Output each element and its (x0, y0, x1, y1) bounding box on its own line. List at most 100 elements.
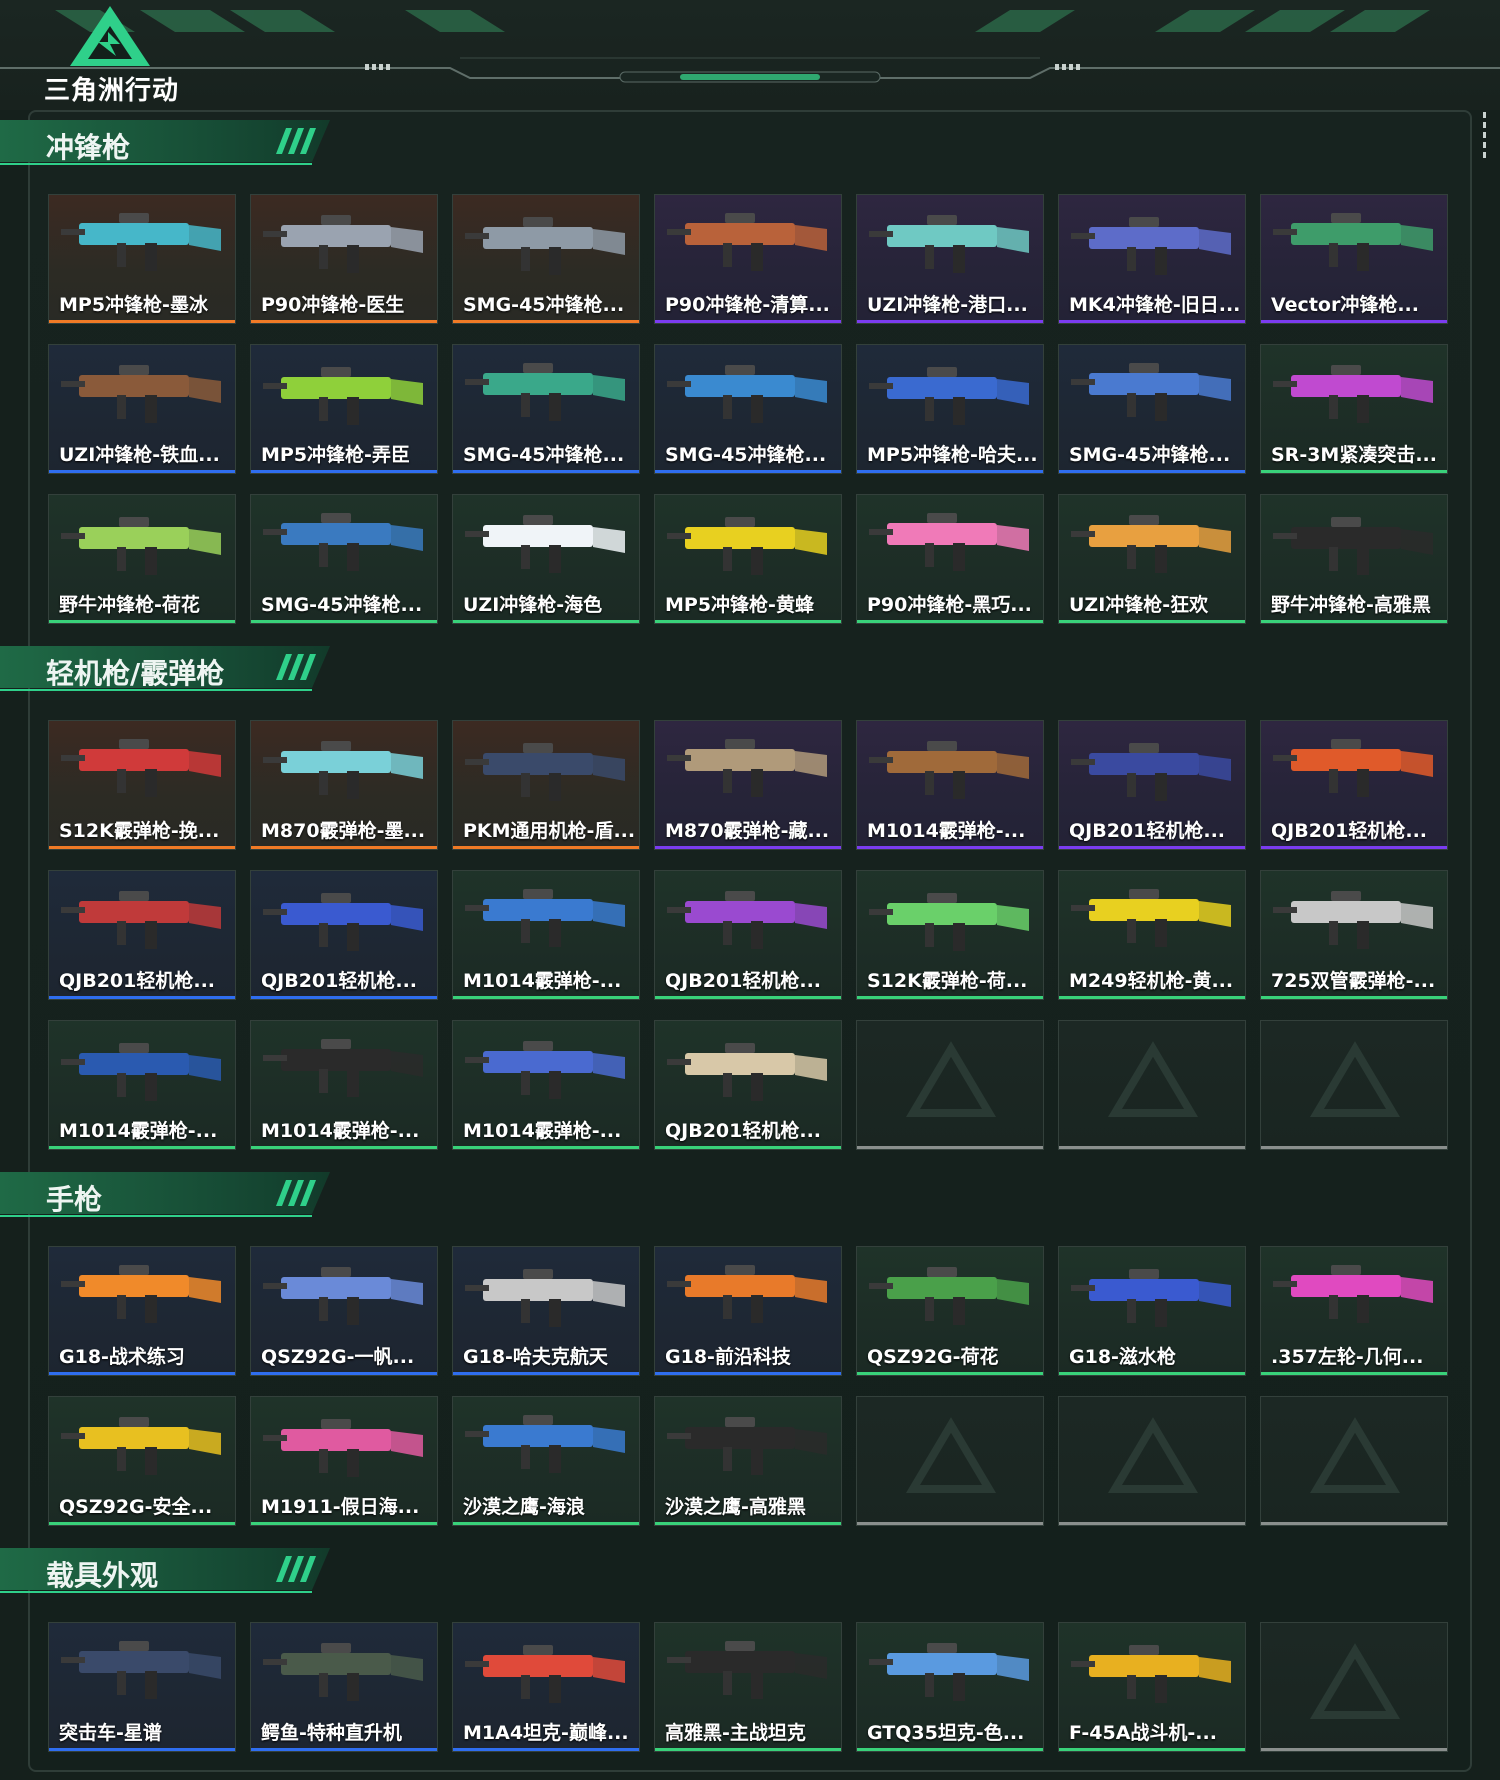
rarity-bar (251, 1372, 437, 1375)
placeholder-logo-icon (905, 1417, 997, 1493)
item-card[interactable]: QJB201轻机枪... (48, 870, 236, 1000)
item-name: SMG-45冲锋枪... (463, 294, 625, 316)
item-image (263, 1419, 423, 1477)
item-card[interactable]: M1014霰弹枪-... (48, 1020, 236, 1150)
item-card[interactable]: QSZ92G-安全... (48, 1396, 236, 1526)
item-card[interactable]: SMG-45冲锋枪... (250, 494, 438, 624)
item-card[interactable]: 野牛冲锋枪-高雅黑 (1260, 494, 1448, 624)
item-name: 野牛冲锋枪-荷花 (59, 594, 200, 616)
rarity-bar (1261, 320, 1447, 323)
item-name: QJB201轻机枪... (59, 970, 216, 992)
item-card[interactable]: .357左轮-几何... (1260, 1246, 1448, 1376)
item-card[interactable]: QSZ92G-一帆... (250, 1246, 438, 1376)
item-card[interactable]: M1014霰弹枪-... (452, 870, 640, 1000)
item-card[interactable]: MP5冲锋枪-弄臣 (250, 344, 438, 474)
item-card[interactable]: M1014霰弹枪-... (452, 1020, 640, 1150)
item-card[interactable]: UZI冲锋枪-港口... (856, 194, 1044, 324)
item-card[interactable]: MK4冲锋枪-旧日... (1058, 194, 1246, 324)
item-name: M249轻机枪-黄... (1069, 970, 1234, 992)
item-card[interactable]: SR-3M紧凑突击... (1260, 344, 1448, 474)
item-name: SMG-45冲锋枪... (261, 594, 423, 616)
item-card[interactable]: SMG-45冲锋枪... (452, 194, 640, 324)
item-card[interactable]: S12K霰弹枪-荷... (856, 870, 1044, 1000)
rarity-bar (655, 846, 841, 849)
item-card[interactable]: G18-战术练习 (48, 1246, 236, 1376)
item-image (667, 1043, 827, 1101)
item-card[interactable]: M1014霰弹枪-... (250, 1020, 438, 1150)
item-card[interactable]: 鳄鱼-特种直升机 (250, 1622, 438, 1752)
item-image (1071, 889, 1231, 947)
item-card[interactable]: M249轻机枪-黄... (1058, 870, 1246, 1000)
item-card[interactable]: M1911-假日海... (250, 1396, 438, 1526)
item-card[interactable]: S12K霰弹枪-挽... (48, 720, 236, 850)
item-name: G18-哈夫克航天 (463, 1346, 608, 1368)
item-card[interactable]: 沙漠之鹰-高雅黑 (654, 1396, 842, 1526)
item-card[interactable]: M1014霰弹枪-... (856, 720, 1044, 850)
item-card[interactable]: 725双管霰弹枪-... (1260, 870, 1448, 1000)
item-card[interactable]: GTQ35坦克-色... (856, 1622, 1044, 1752)
rarity-bar (251, 996, 437, 999)
item-card[interactable]: F-45A战斗机-... (1058, 1622, 1246, 1752)
item-name: Vector冲锋枪... (1271, 294, 1419, 316)
item-name: P90冲锋枪-黑巧... (867, 594, 1032, 616)
item-card[interactable]: MP5冲锋枪-黄蜂 (654, 494, 842, 624)
item-card[interactable]: M1A4坦克-巅峰... (452, 1622, 640, 1752)
item-card[interactable]: P90冲锋枪-清算... (654, 194, 842, 324)
item-image (263, 1039, 423, 1097)
item-card[interactable]: UZI冲锋枪-海色 (452, 494, 640, 624)
item-card[interactable]: M870霰弹枪-藏... (654, 720, 842, 850)
item-card[interactable]: 高雅黑-主战坦克 (654, 1622, 842, 1752)
item-card[interactable]: QJB201轻机枪... (1058, 720, 1246, 850)
section-title: 载具外观 (46, 1559, 159, 1592)
item-card[interactable]: UZI冲锋枪-狂欢 (1058, 494, 1246, 624)
item-card[interactable]: P90冲锋枪-医生 (250, 194, 438, 324)
placeholder-logo-icon (905, 1041, 997, 1117)
item-image (1273, 891, 1433, 949)
item-image (1071, 515, 1231, 573)
item-name: UZI冲锋枪-海色 (463, 594, 603, 616)
item-card[interactable]: 沙漠之鹰-海浪 (452, 1396, 640, 1526)
item-card[interactable]: G18-哈夫克航天 (452, 1246, 640, 1376)
placeholder-logo-icon (1309, 1041, 1401, 1117)
item-card[interactable]: 野牛冲锋枪-荷花 (48, 494, 236, 624)
item-name: 鳄鱼-特种直升机 (261, 1722, 402, 1744)
item-card[interactable]: Vector冲锋枪... (1260, 194, 1448, 324)
item-card[interactable]: UZI冲锋枪-铁血... (48, 344, 236, 474)
item-card[interactable]: SMG-45冲锋枪... (452, 344, 640, 474)
item-card[interactable]: QJB201轻机枪... (654, 1020, 842, 1150)
item-image (1071, 743, 1231, 801)
item-card[interactable]: SMG-45冲锋枪... (1058, 344, 1246, 474)
item-image (1273, 213, 1433, 271)
item-card[interactable]: M870霰弹枪-墨... (250, 720, 438, 850)
rarity-bar (857, 1522, 1043, 1525)
item-card[interactable]: QJB201轻机枪... (250, 870, 438, 1000)
item-image (465, 743, 625, 801)
item-name: M1014霰弹枪-... (463, 970, 622, 992)
item-name: QJB201轻机枪... (1069, 820, 1226, 842)
section-header: 轻机枪/霰弹枪 (0, 644, 330, 694)
item-card[interactable]: G18-前沿科技 (654, 1246, 842, 1376)
rarity-bar (655, 996, 841, 999)
item-image (465, 217, 625, 275)
item-card[interactable]: QJB201轻机枪... (1260, 720, 1448, 850)
item-card[interactable]: MP5冲锋枪-墨冰 (48, 194, 236, 324)
item-image (1273, 739, 1433, 797)
rarity-bar (1261, 1748, 1447, 1751)
item-image (465, 1041, 625, 1099)
item-card[interactable]: G18-滋水枪 (1058, 1246, 1246, 1376)
item-image (1273, 1265, 1433, 1323)
item-card[interactable]: QJB201轻机枪... (654, 870, 842, 1000)
rarity-bar (1261, 1372, 1447, 1375)
item-card[interactable]: MP5冲锋枪-哈夫... (856, 344, 1044, 474)
item-card[interactable]: 突击车-星谱 (48, 1622, 236, 1752)
item-card[interactable]: SMG-45冲锋枪... (654, 344, 842, 474)
placeholder-logo-icon (1309, 1643, 1401, 1719)
item-card[interactable]: QSZ92G-荷花 (856, 1246, 1044, 1376)
item-name: QJB201轻机枪... (1271, 820, 1428, 842)
item-card[interactable]: PKM通用机枪-盾... (452, 720, 640, 850)
rarity-bar (1261, 846, 1447, 849)
item-card[interactable]: P90冲锋枪-黑巧... (856, 494, 1044, 624)
scroll-indicator[interactable] (1482, 112, 1488, 182)
item-image (1071, 1645, 1231, 1703)
item-name: PKM通用机枪-盾... (463, 820, 636, 842)
